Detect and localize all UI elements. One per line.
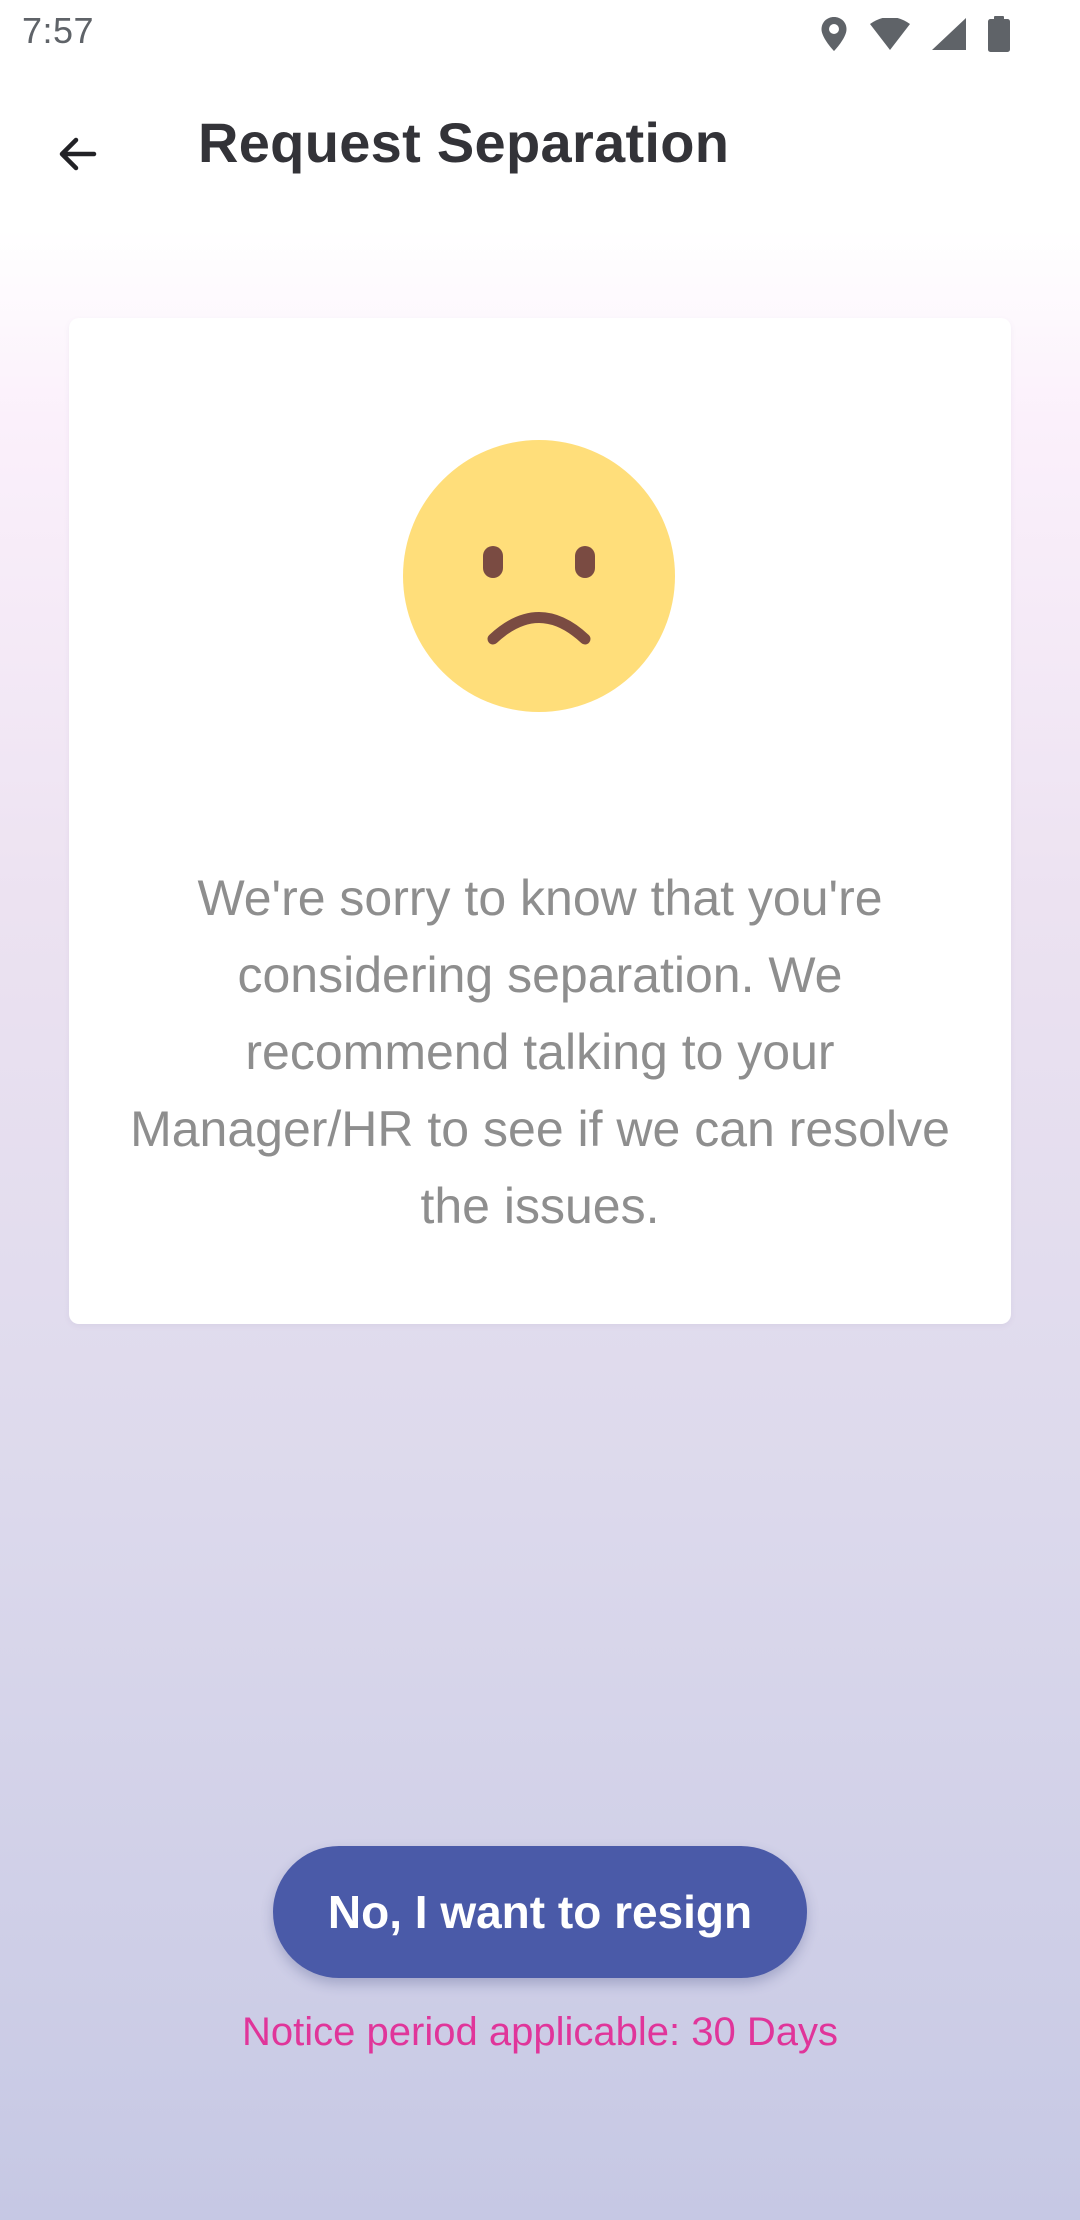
battery-icon bbox=[988, 16, 1010, 52]
resign-button[interactable]: No, I want to resign bbox=[273, 1846, 807, 1978]
back-button[interactable] bbox=[30, 106, 126, 202]
signal-icon bbox=[932, 18, 966, 50]
sad-face-icon bbox=[403, 440, 675, 712]
separation-message: We're sorry to know that you're consider… bbox=[130, 870, 950, 1234]
wifi-icon bbox=[870, 18, 910, 50]
status-time: 7:57 bbox=[22, 10, 95, 51]
status-icons bbox=[820, 14, 1010, 54]
arrow-left-icon bbox=[59, 137, 97, 171]
app-bar: Request Separation bbox=[0, 66, 1080, 222]
location-icon bbox=[821, 17, 847, 51]
status-bar: 7:57 bbox=[0, 0, 1080, 66]
notice-period-text: Notice period applicable: 30 Days bbox=[242, 2010, 838, 2054]
page-title: Request Separation bbox=[198, 111, 730, 174]
separation-card: We're sorry to know that you're consider… bbox=[69, 318, 1011, 1324]
